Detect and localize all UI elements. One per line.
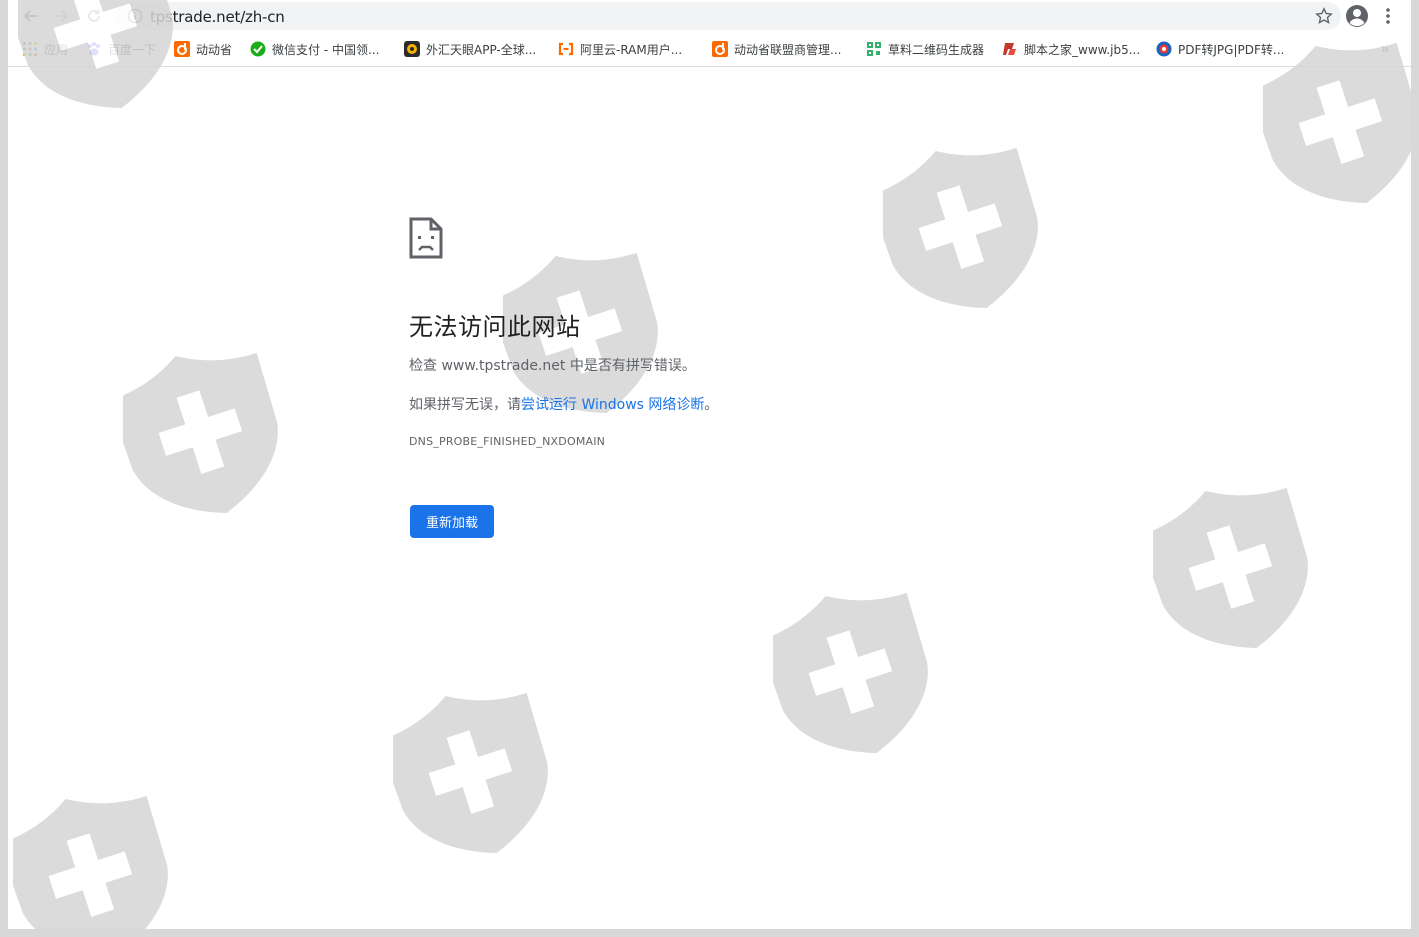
account-icon xyxy=(1346,5,1368,27)
bookmark-label: 草料二维码生成器 xyxy=(888,42,985,57)
error-code: DNS_PROBE_FINISHED_NXDOMAIN xyxy=(409,435,606,448)
jb51-icon xyxy=(1002,41,1018,57)
error-suggestion: 如果拼写无误，请尝试运行 Windows 网络诊断。 xyxy=(409,394,718,414)
watermark-shield-icon xyxy=(393,692,553,862)
watermark-shield-icon xyxy=(1153,487,1313,657)
bookmark-dongdongsheng-admin[interactable]: 动动省联盟商管理... xyxy=(712,39,841,59)
bookmark-baidu[interactable]: 百度一下 xyxy=(86,39,156,59)
url-text[interactable]: tpstrade.net/zh-cn xyxy=(150,8,285,26)
watermark-shield-icon xyxy=(13,795,173,929)
sad-page-icon xyxy=(409,217,443,259)
browser-window: tpstrade.net/zh-cn 应用 百度一下 动动省 微信支付 - 中国… xyxy=(8,0,1411,929)
suggestion-suffix: 。 xyxy=(704,397,719,413)
bookmark-label: PDF转JPG|PDF转... xyxy=(1178,42,1285,57)
reload-page-button[interactable]: 重新加载 xyxy=(410,505,494,538)
bookmark-caoliao-qr[interactable]: 草料二维码生成器 xyxy=(866,39,984,59)
wechat-pay-icon xyxy=(250,41,266,57)
baidu-paw-icon xyxy=(86,41,102,57)
reload-button[interactable] xyxy=(82,5,106,27)
apps-grid-icon xyxy=(22,41,38,57)
forward-button[interactable] xyxy=(50,5,74,27)
bookmark-label: 外汇天眼APP-全球... xyxy=(426,42,537,57)
network-diagnose-link[interactable]: 尝试运行 Windows 网络诊断 xyxy=(521,397,704,413)
watermark-shield-icon xyxy=(773,592,933,762)
bookmark-star-icon[interactable] xyxy=(1315,7,1333,25)
arrow-right-icon xyxy=(55,10,69,22)
suggestion-prefix: 如果拼写无误，请 xyxy=(409,397,521,413)
bookmark-apps[interactable]: 应用 xyxy=(22,39,68,59)
bookmark-jb51[interactable]: 脚本之家_www.jb5... xyxy=(1002,39,1140,59)
qrcode-icon xyxy=(866,41,882,57)
error-title: 无法访问此网站 xyxy=(409,313,581,341)
bookmark-label: 脚本之家_www.jb5... xyxy=(1024,42,1141,57)
error-page: 无法访问此网站 检查 www.tpstrade.net 中是否有拼写错误。 如果… xyxy=(8,0,1411,929)
bookmark-waihui[interactable]: 外汇天眼APP-全球... xyxy=(404,39,536,59)
arrow-left-icon xyxy=(23,10,37,22)
info-icon[interactable] xyxy=(127,8,143,24)
bookmark-label: 动动省 xyxy=(196,42,233,57)
browser-menu-button[interactable] xyxy=(1380,6,1396,31)
bookmark-label: 应用 xyxy=(44,42,69,57)
watermark-shield-icon xyxy=(1263,42,1411,212)
dongdongsheng-icon xyxy=(712,41,728,57)
dongdongsheng-icon xyxy=(174,41,190,57)
profile-avatar-button[interactable] xyxy=(1345,4,1369,33)
watermark-shield-icon xyxy=(883,147,1043,317)
bookmark-label: 动动省联盟商管理... xyxy=(734,42,842,57)
bookmark-pdf2jpg[interactable]: PDF转JPG|PDF转... xyxy=(1156,39,1284,59)
bookmarks-overflow-button[interactable]: » xyxy=(1381,40,1389,56)
error-check-spelling: 检查 www.tpstrade.net 中是否有拼写错误。 xyxy=(409,358,696,374)
browser-toolbar: tpstrade.net/zh-cn xyxy=(8,0,1411,33)
reload-icon xyxy=(88,9,100,22)
bookmark-dongdongsheng[interactable]: 动动省 xyxy=(174,39,232,59)
more-vert-icon xyxy=(1386,8,1390,24)
bookmarks-bar: 应用 百度一下 动动省 微信支付 - 中国领... 外汇天眼APP-全球... xyxy=(8,34,1411,67)
bookmark-label: 阿里云-RAM用户... xyxy=(580,42,683,57)
back-button[interactable] xyxy=(18,5,42,27)
aliyun-icon xyxy=(558,41,574,57)
pdf-icon xyxy=(1156,41,1172,57)
waihui-tianyan-icon xyxy=(404,41,420,57)
bookmark-wechat-pay[interactable]: 微信支付 - 中国领... xyxy=(250,39,379,59)
bookmark-label: 百度一下 xyxy=(108,42,157,57)
bookmark-aliyun[interactable]: 阿里云-RAM用户... xyxy=(558,39,682,59)
bookmark-label: 微信支付 - 中国领... xyxy=(272,42,380,57)
watermark-shield-icon xyxy=(123,352,283,522)
address-bar[interactable]: tpstrade.net/zh-cn xyxy=(115,2,1341,30)
